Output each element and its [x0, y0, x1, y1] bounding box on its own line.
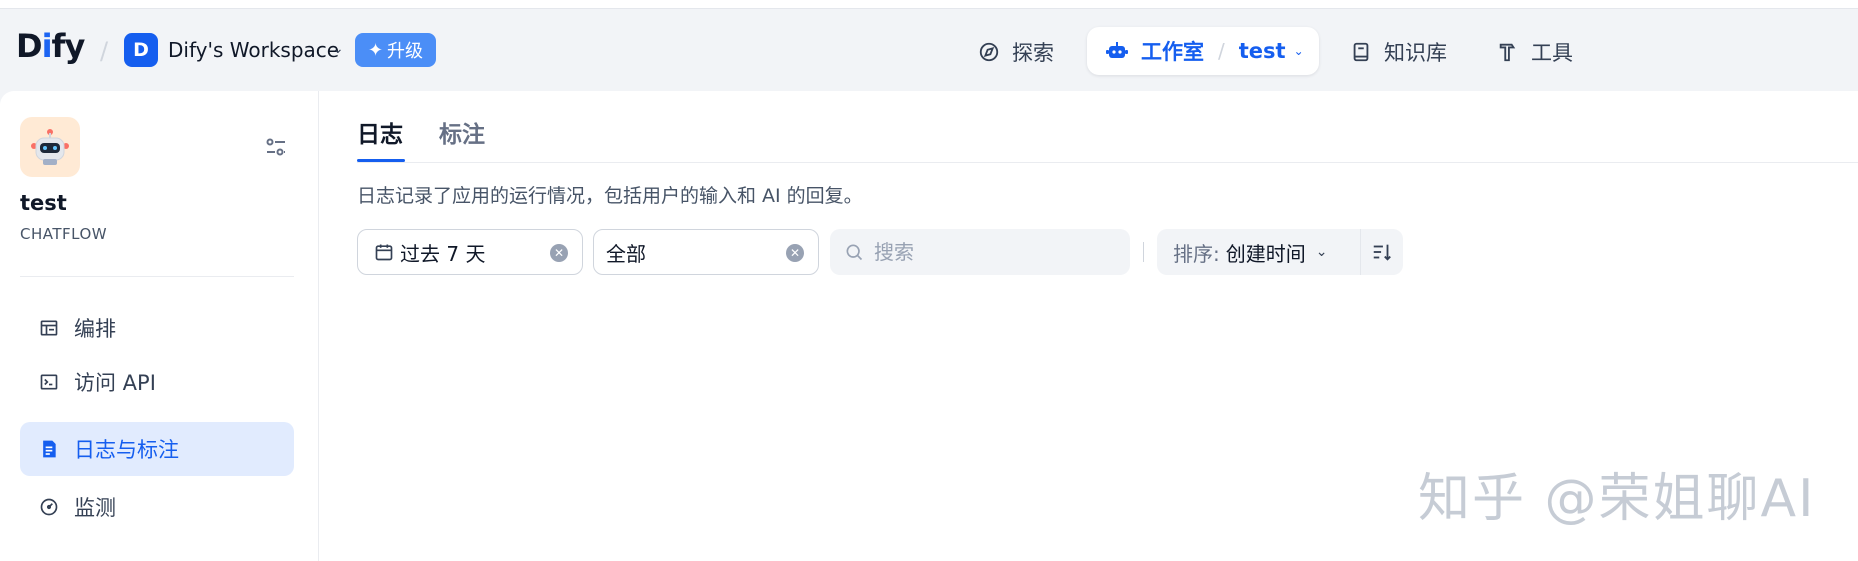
app-avatar[interactable]	[20, 117, 80, 177]
chevron-down-icon[interactable]: ⌄	[1294, 44, 1304, 58]
workspace-name[interactable]: Dify's Workspace	[168, 38, 339, 62]
sidebar-item-api[interactable]: 访问 API	[20, 355, 294, 409]
nav-knowledge[interactable]: 知识库	[1350, 35, 1447, 69]
app-type-label: CHATFLOW	[20, 225, 108, 243]
dify-logo[interactable]: Dify	[16, 27, 86, 65]
calendar-icon	[375, 244, 393, 261]
chevron-down-icon[interactable]: ⌄	[332, 41, 344, 57]
nav-knowledge-label: 知识库	[1384, 41, 1447, 65]
search-field[interactable]	[830, 229, 1130, 275]
gauge-icon	[40, 498, 58, 516]
robot-icon	[1106, 42, 1128, 58]
nav-tools[interactable]: 工具	[1497, 35, 1573, 69]
period-select[interactable]: 过去 7 天 ✕	[357, 229, 583, 275]
sidebar-item-label: 访问 API	[74, 371, 156, 395]
upgrade-button[interactable]: ✦ 升级	[355, 33, 436, 67]
status-select[interactable]: 全部 ✕	[593, 229, 819, 275]
terminal-icon	[40, 374, 58, 390]
sidebar-item-label: 监测	[74, 496, 116, 520]
workspace-avatar[interactable]: D	[124, 33, 158, 67]
app-sidebar: test CHATFLOW 编排 访问 API 日志与标注 监测	[0, 91, 319, 561]
search-icon	[846, 244, 863, 261]
search-input[interactable]	[872, 239, 1116, 265]
nav-explore-label: 探索	[1012, 41, 1054, 65]
compass-icon	[979, 42, 999, 62]
window-top-strip	[0, 0, 1858, 9]
nav-studio-label: 工作室	[1141, 40, 1204, 64]
file-list-icon	[43, 440, 56, 458]
page-description: 日志记录了应用的运行情况，包括用户的输入和 AI 的回复。	[357, 185, 863, 207]
status-value: 全部	[606, 241, 646, 266]
sidebar-item-monitor[interactable]: 监测	[20, 480, 294, 534]
sort-descending-icon	[1373, 244, 1391, 261]
logo-text: fy	[51, 27, 86, 65]
hammer-icon	[1499, 43, 1516, 62]
chevron-down-icon: ⌄	[1315, 244, 1328, 260]
book-icon	[1353, 42, 1369, 62]
robot-icon	[31, 129, 69, 165]
tab-annotations[interactable]: 标注	[439, 115, 485, 149]
layout-icon	[40, 320, 58, 336]
sidebar-item-orchestrate[interactable]: 编排	[20, 301, 294, 355]
sidebar-item-label: 日志与标注	[74, 438, 179, 462]
settings-sliders-icon[interactable]	[264, 135, 288, 159]
clear-icon[interactable]: ✕	[786, 244, 804, 262]
watermark: 知乎 @荣姐聊AI	[1418, 469, 1816, 529]
nav-tools-label: 工具	[1531, 41, 1573, 65]
logo-text: D	[16, 27, 43, 65]
period-value: 过去 7 天	[400, 241, 486, 266]
tab-logs[interactable]: 日志	[357, 115, 403, 149]
upgrade-label: 升级	[387, 41, 424, 62]
top-header: Dify / D Dify's Workspace ⌄ ✦ 升级 探索 工作室 …	[0, 9, 1858, 91]
breadcrumb-separator: /	[1218, 39, 1225, 63]
nav-explore[interactable]: 探索	[978, 35, 1054, 69]
nav-studio[interactable]: 工作室 / test ⌄	[1087, 27, 1319, 75]
clear-icon[interactable]: ✕	[550, 244, 568, 262]
current-app-selector[interactable]: test	[1239, 39, 1286, 63]
sparkle-icon: ✦	[367, 39, 384, 61]
breadcrumb-separator: /	[100, 37, 109, 65]
logo-text-accent: i	[41, 27, 53, 65]
sidebar-item-logs[interactable]: 日志与标注	[20, 422, 294, 476]
sort-direction-button[interactable]	[1360, 229, 1403, 275]
tabs-divider	[357, 162, 1858, 163]
app-name: test	[20, 191, 67, 215]
toolbar-divider	[1143, 242, 1144, 262]
sidebar-divider	[20, 276, 294, 277]
sort-key-label: 排序:	[1173, 241, 1220, 266]
sidebar-item-label: 编排	[74, 317, 116, 341]
sort-value: 创建时间	[1225, 241, 1306, 266]
